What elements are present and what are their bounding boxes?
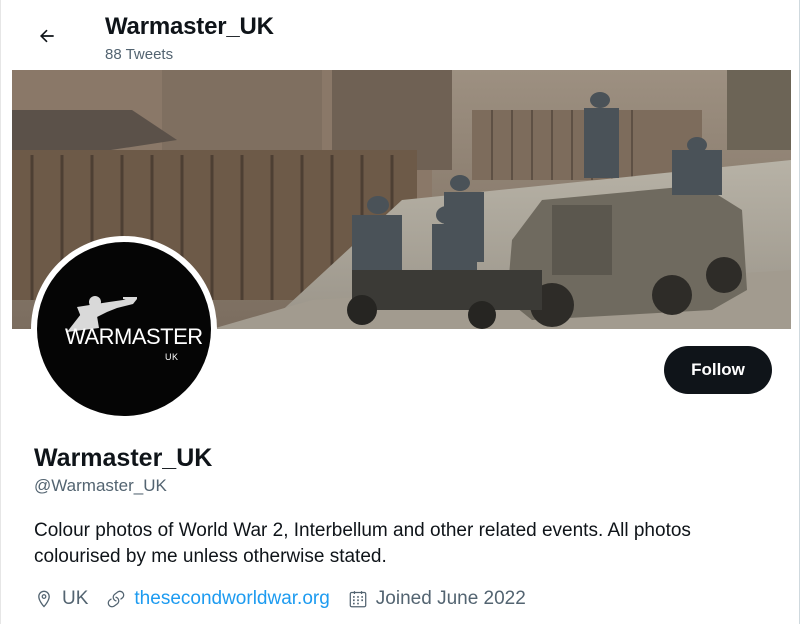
avatar-sub-text: UK [165, 352, 179, 362]
calendar-icon [349, 591, 367, 608]
profile-page: Warmaster_UK 88 Tweets WARMASTER UK Foll… [0, 0, 800, 624]
website-link[interactable]: thesecondworldwar.org [134, 588, 329, 610]
display-name: Warmaster_UK [34, 444, 213, 472]
location-item: UK [34, 588, 88, 610]
link-icon [108, 590, 125, 608]
profile-header: Warmaster_UK 88 Tweets [1, 0, 800, 70]
tweet-count: 88 Tweets [105, 46, 174, 63]
location-text: UK [62, 588, 89, 609]
arrow-left-icon [40, 29, 54, 43]
header-title: Warmaster_UK [105, 13, 274, 40]
profile-bio: Colour photos of World War 2, Interbellu… [34, 520, 691, 567]
joined-item: Joined June 2022 [348, 588, 526, 610]
profile-meta: UK thesecondworldwar.org Joined June 202… [34, 586, 544, 612]
joined-text: Joined June 2022 [375, 588, 526, 609]
follow-button[interactable]: Follow [664, 346, 772, 394]
profile-avatar[interactable]: WARMASTER UK [31, 236, 217, 422]
avatar-brand-text: WARMASTER [65, 324, 203, 349]
location-pin-icon [38, 590, 50, 608]
avatar-logo: WARMASTER UK [37, 242, 211, 416]
user-handle: @Warmaster_UK [34, 476, 167, 495]
website-item: thesecondworldwar.org [106, 588, 330, 610]
back-button[interactable] [29, 18, 65, 54]
